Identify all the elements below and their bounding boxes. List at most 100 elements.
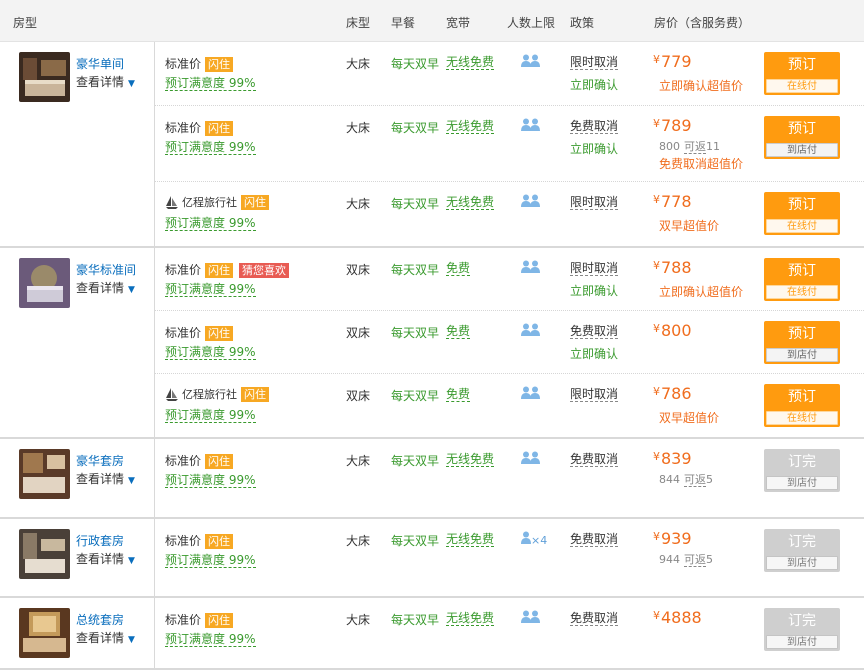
- cancel-policy[interactable]: 限时取消: [570, 387, 619, 402]
- rate-row: 标准价 闪住 预订满意度 99% 大床 每天双早 无线免费 免费取消 ¥839 8…: [155, 439, 864, 517]
- room-name[interactable]: 豪华单间: [76, 55, 124, 72]
- instant-confirm: 立即确认: [570, 284, 619, 298]
- cancel-policy[interactable]: 限时取消: [570, 55, 619, 70]
- sailboat-logo-icon: [166, 388, 178, 401]
- cancel-policy[interactable]: 限时取消: [570, 195, 619, 210]
- satisfaction-link[interactable]: 预订满意度 99%: [165, 282, 256, 297]
- bed-type: 双床: [346, 389, 371, 403]
- broadband[interactable]: 无线免费: [446, 452, 495, 467]
- cashback-value: 5: [706, 473, 713, 486]
- currency: ¥: [653, 322, 660, 335]
- broadband[interactable]: 无线免费: [446, 611, 495, 626]
- broadband[interactable]: 无线免费: [446, 195, 495, 210]
- price-value: 839: [661, 449, 692, 468]
- book-button[interactable]: 预订 到店付: [764, 321, 840, 364]
- flash-badge: 闪住: [241, 387, 269, 402]
- book-button[interactable]: 预订 在线付: [764, 52, 840, 95]
- sold-out-label: 订完: [788, 454, 816, 470]
- sold-out-button[interactable]: 订完 到店付: [764, 608, 840, 651]
- room-thumbnail[interactable]: [19, 449, 70, 499]
- price: ¥788: [653, 258, 692, 277]
- payment-type: 在线付: [766, 219, 838, 233]
- cashback-label[interactable]: 可返: [684, 140, 706, 154]
- breakfast: 每天双早: [391, 263, 440, 277]
- satisfaction-link[interactable]: 预订满意度 99%: [165, 553, 256, 568]
- original-price: 800 可返11: [659, 138, 720, 154]
- sailboat-logo-icon: [166, 196, 178, 209]
- two-person-icon: [521, 323, 541, 339]
- instant-confirm: 立即确认: [570, 78, 619, 92]
- cancel-policy[interactable]: 免费取消: [570, 532, 619, 547]
- view-details-link[interactable]: 查看详情 ▼: [76, 73, 135, 90]
- view-details-link[interactable]: 查看详情 ▼: [76, 550, 135, 567]
- book-button[interactable]: 预订 在线付: [764, 192, 840, 235]
- price-note: 立即确认超值价: [659, 285, 744, 299]
- room-info-cell: 豪华单间 查看详情 ▼: [0, 42, 155, 246]
- book-button[interactable]: 预订 在线付: [764, 384, 840, 427]
- room-name[interactable]: 豪华套房: [76, 452, 124, 469]
- view-details-link[interactable]: 查看详情 ▼: [76, 279, 135, 296]
- payment-type: 到店付: [766, 143, 838, 157]
- cancel-policy[interactable]: 免费取消: [570, 119, 619, 134]
- currency: ¥: [653, 117, 660, 130]
- payment-type: 在线付: [766, 285, 838, 299]
- view-details-label: 查看详情: [76, 631, 125, 645]
- room-thumbnail[interactable]: [19, 608, 70, 658]
- view-details-label: 查看详情: [76, 552, 125, 566]
- sold-out-button[interactable]: 订完 到店付: [764, 529, 840, 572]
- room-thumbnail[interactable]: [19, 258, 70, 308]
- original-price-value: 800: [659, 140, 680, 153]
- bed-type: 大床: [346, 454, 371, 468]
- instant-confirm: 立即确认: [570, 347, 619, 361]
- two-person-icon: [521, 54, 541, 70]
- broadband[interactable]: 免费: [446, 324, 471, 339]
- price-note: 免费取消超值价: [659, 157, 744, 171]
- rate-row: 标准价 闪住 预订满意度 99% 大床 每天双早 无线免费 限时取消 立即确认 ¥…: [155, 42, 864, 106]
- breakfast: 每天双早: [391, 197, 440, 211]
- broadband[interactable]: 免费: [446, 387, 471, 402]
- two-person-icon: [521, 610, 541, 626]
- satisfaction-link[interactable]: 预订满意度 99%: [165, 408, 256, 423]
- price: ¥786: [653, 384, 692, 403]
- price-note: 双早超值价: [659, 411, 720, 425]
- header-price: 房价（含服务费）: [654, 16, 751, 30]
- room-info-cell: 总统套房 查看详情 ▼: [0, 598, 155, 668]
- payment-type: 在线付: [766, 79, 838, 93]
- room-name[interactable]: 豪华标准间: [76, 261, 136, 278]
- cancel-policy[interactable]: 免费取消: [570, 324, 619, 339]
- satisfaction-link[interactable]: 预订满意度 99%: [165, 345, 256, 360]
- cancel-policy[interactable]: 免费取消: [570, 452, 619, 467]
- book-button-label: 预订: [788, 57, 816, 73]
- broadband[interactable]: 免费: [446, 261, 471, 276]
- cashback-label[interactable]: 可返: [684, 553, 706, 567]
- book-button[interactable]: 预订 到店付: [764, 116, 840, 159]
- room-thumbnail[interactable]: [19, 529, 70, 579]
- satisfaction-link[interactable]: 预订满意度 99%: [165, 216, 256, 231]
- sold-out-button[interactable]: 订完 到店付: [764, 449, 840, 492]
- satisfaction-link[interactable]: 预订满意度 99%: [165, 632, 256, 647]
- broadband[interactable]: 无线免费: [446, 55, 495, 70]
- book-button[interactable]: 预订 在线付: [764, 258, 840, 301]
- view-details-link[interactable]: 查看详情 ▼: [76, 629, 135, 646]
- price-value: 778: [661, 192, 692, 211]
- cashback-label[interactable]: 可返: [684, 473, 706, 487]
- currency: ¥: [653, 53, 660, 66]
- cashback-value: 11: [706, 140, 720, 153]
- broadband[interactable]: 无线免费: [446, 119, 495, 134]
- room-thumbnail[interactable]: [19, 52, 70, 102]
- price: ¥4888: [653, 608, 702, 627]
- view-details-link[interactable]: 查看详情 ▼: [76, 470, 135, 487]
- cancel-policy[interactable]: 限时取消: [570, 261, 619, 276]
- currency: ¥: [653, 609, 660, 622]
- agency-name: 亿程旅行社: [182, 196, 237, 209]
- broadband[interactable]: 无线免费: [446, 532, 495, 547]
- header-policy: 政策: [570, 16, 595, 30]
- cancel-policy[interactable]: 免费取消: [570, 611, 619, 626]
- room-name[interactable]: 总统套房: [76, 611, 124, 628]
- rate-name: 标准价: [165, 454, 202, 468]
- satisfaction-link[interactable]: 预订满意度 99%: [165, 140, 256, 155]
- payment-type: 在线付: [766, 411, 838, 425]
- satisfaction-link[interactable]: 预订满意度 99%: [165, 473, 256, 488]
- satisfaction-link[interactable]: 预订满意度 99%: [165, 76, 256, 91]
- room-name[interactable]: 行政套房: [76, 532, 124, 549]
